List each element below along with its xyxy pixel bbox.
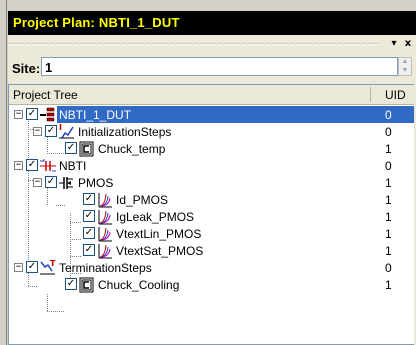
tree-item-label: NBTI_1_DUT xyxy=(59,108,132,122)
tree-row-vtextlin-pmos[interactable]: ✓ VtextLin_PMOS 1 xyxy=(9,225,414,242)
tree-item-uid: 1 xyxy=(385,193,392,207)
site-spinner[interactable]: ▲ ▼ xyxy=(398,57,412,76)
checkbox[interactable]: ✓ xyxy=(26,108,38,120)
checkbox[interactable]: ✓ xyxy=(26,159,38,171)
termination-steps-icon: T xyxy=(40,259,56,275)
checkbox[interactable]: ✓ xyxy=(26,261,38,273)
iv-curve-icon xyxy=(98,227,112,242)
tree-line xyxy=(47,294,48,311)
tree-item-uid: 1 xyxy=(385,142,392,156)
tree-header: Project Tree UID xyxy=(9,85,414,105)
tree-item-label: VtextSat_PMOS xyxy=(116,244,204,258)
pane-menu-button[interactable]: ▾ xyxy=(388,38,400,49)
chuck-icon xyxy=(79,141,94,157)
site-label: Site: xyxy=(12,61,41,76)
checkbox[interactable]: ✓ xyxy=(83,210,95,222)
tree-item-label: PMOS xyxy=(78,176,114,190)
tree-item-uid: 0 xyxy=(385,108,392,122)
tree-row-chuck-cooling[interactable]: ✓ Chuck_Cooling 1 xyxy=(9,276,414,293)
checkbox[interactable]: ✓ xyxy=(83,193,95,205)
iv-curve-icon xyxy=(98,210,112,225)
tree-row-pmos[interactable]: − ✓ PMOS 1 xyxy=(9,174,414,191)
tree-item-uid: 0 xyxy=(385,261,392,275)
stress-block-icon xyxy=(40,159,56,172)
tree-item-label: NBTI xyxy=(59,159,87,173)
checkbox[interactable]: ✓ xyxy=(45,176,57,188)
initialization-steps-icon: I xyxy=(59,123,74,139)
collapse-icon[interactable]: − xyxy=(14,110,23,119)
checkbox[interactable]: ✓ xyxy=(45,125,57,137)
svg-text:T: T xyxy=(50,259,56,268)
chuck-icon xyxy=(79,277,94,293)
pane-grip-highlight xyxy=(8,44,380,46)
tree-item-uid: 1 xyxy=(385,244,392,258)
tree-row-chuck-temp[interactable]: ✓ Chuck_temp 1 xyxy=(9,140,414,157)
svg-text:I: I xyxy=(59,123,62,132)
tree-row-termination-steps[interactable]: − ✓ T TerminationSteps 0 xyxy=(9,259,414,276)
tree-item-uid: 1 xyxy=(385,176,392,190)
tree-row-nbti[interactable]: − ✓ NBTI 0 xyxy=(9,157,414,174)
tree-item-label: Chuck_Cooling xyxy=(98,278,180,292)
tree-row-igleak-pmos[interactable]: ✓ IgLeak_PMOS 1 xyxy=(9,208,414,225)
tree-item-label: TerminationSteps xyxy=(59,261,152,275)
window-title: Project Plan: NBTI_1_DUT xyxy=(13,15,180,30)
tree-row-nbti-1-dut[interactable]: − ✓ NBTI_1_DUT 0 xyxy=(9,106,414,123)
checkbox[interactable]: ✓ xyxy=(83,244,95,256)
tree-item-uid: 0 xyxy=(385,125,392,139)
tree-item-label: IgLeak_PMOS xyxy=(116,210,195,224)
column-header-project-tree[interactable]: Project Tree xyxy=(13,88,78,102)
tree-item-label: InitializationSteps xyxy=(78,125,172,139)
pane-close-button[interactable]: x xyxy=(402,38,414,49)
tree-row-initialization-steps[interactable]: − ✓ I InitializationSteps 0 xyxy=(9,123,414,140)
tree-item-uid: 0 xyxy=(385,159,392,173)
column-separator[interactable] xyxy=(370,87,371,102)
project-icon xyxy=(40,107,55,122)
project-plan-pane: ▾ x Site: 1 ▲ ▼ Project Tree UID − ✓ NBT… xyxy=(8,35,416,345)
iv-curve-icon xyxy=(98,193,112,208)
collapse-icon[interactable]: − xyxy=(33,178,42,187)
spinner-down-icon[interactable]: ▼ xyxy=(399,67,411,75)
site-value: 1 xyxy=(45,60,53,75)
iv-curve-icon xyxy=(98,244,112,259)
checkbox[interactable]: ✓ xyxy=(65,142,77,154)
checkbox[interactable]: ✓ xyxy=(65,278,77,290)
title-bar: Project Plan: NBTI_1_DUT xyxy=(8,11,416,35)
transistor-icon xyxy=(59,177,73,189)
spinner-up-icon[interactable]: ▲ xyxy=(399,58,411,66)
tree-item-label: Chuck_temp xyxy=(98,142,166,156)
checkbox[interactable]: ✓ xyxy=(83,227,95,239)
tree-item-uid: 1 xyxy=(385,278,392,292)
tree-row-vtextsat-pmos[interactable]: ✓ VtextSat_PMOS 1 xyxy=(9,242,414,259)
project-tree[interactable]: Project Tree UID − ✓ NBTI_1_DUT 0 − ✓ I … xyxy=(8,84,414,345)
tree-item-label: VtextLin_PMOS xyxy=(116,227,202,241)
tree-item-label: Id_PMOS xyxy=(116,193,169,207)
collapse-icon[interactable]: − xyxy=(14,161,23,170)
collapse-icon[interactable]: − xyxy=(33,127,42,136)
tree-item-uid: 1 xyxy=(385,210,392,224)
tree-row-id-pmos[interactable]: ✓ Id_PMOS 1 xyxy=(9,191,414,208)
site-input[interactable]: 1 xyxy=(41,57,398,76)
window-frame-left xyxy=(0,0,7,345)
collapse-icon[interactable]: − xyxy=(14,263,23,272)
column-header-uid[interactable]: UID xyxy=(385,88,406,102)
tree-line xyxy=(47,311,65,312)
tree-item-uid: 1 xyxy=(385,227,392,241)
